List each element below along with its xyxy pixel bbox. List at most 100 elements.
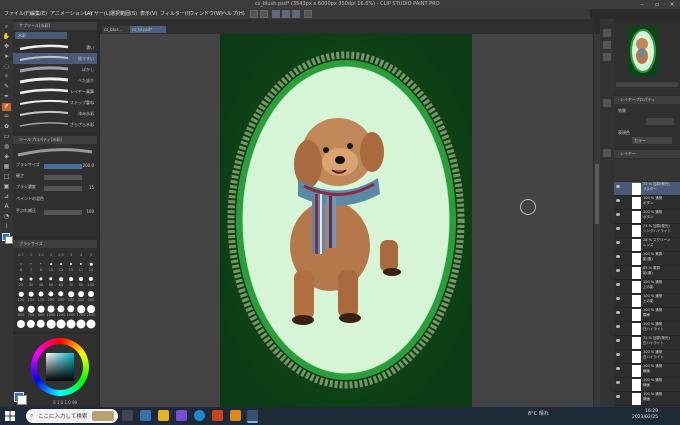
hardness-row[interactable]: 硬さ (16, 173, 94, 182)
move-icon[interactable]: ✥ (2, 43, 11, 51)
subtool-group-tab[interactable]: 水彩 (15, 32, 67, 39)
decoration-icon[interactable]: ✿ (2, 123, 11, 131)
brush-item[interactable]: ざらざら水彩 (13, 119, 97, 130)
clip-studio-taskbar-icon[interactable] (247, 410, 258, 423)
tab-document-2[interactable]: cs_bl.psd* (130, 26, 166, 33)
visibility-eye-icon[interactable] (616, 297, 620, 300)
visibility-eye-icon[interactable] (616, 283, 620, 286)
airbrush-icon[interactable]: ♒ (2, 113, 11, 121)
brush-item[interactable]: 濃い (13, 42, 97, 53)
visibility-eye-icon[interactable] (616, 339, 620, 342)
eyedropper-icon[interactable]: ✎ (2, 83, 11, 91)
layer-row[interactable]: 74 % 加算(発光) シングハイライト (614, 224, 680, 238)
zoom-slider[interactable] (616, 82, 678, 87)
visibility-eye-icon[interactable] (616, 381, 620, 384)
visibility-eye-icon[interactable] (616, 353, 620, 356)
saturation-value-square[interactable] (46, 353, 74, 381)
layer-property-icon[interactable] (603, 99, 611, 107)
layer-row[interactable]: 100 % 通常 ボタン (614, 196, 680, 210)
visibility-eye-icon[interactable] (616, 311, 620, 314)
layer-blend-controls[interactable] (614, 159, 680, 181)
windows-start-icon[interactable] (5, 411, 15, 421)
menu-filter[interactable]: フィルター(I) (160, 10, 190, 17)
menu-layer[interactable]: レイヤー(L) (84, 10, 111, 17)
layer-row[interactable]: 85 % 乗算 影(服) (614, 266, 680, 280)
auto-select-icon[interactable]: ✧ (2, 73, 11, 81)
brush-item-selected[interactable]: 極うすい (13, 53, 97, 64)
opacity-slider[interactable] (44, 186, 82, 191)
menu-edit[interactable]: 編集(E) (30, 10, 47, 17)
hand-icon[interactable]: ✋ (2, 33, 11, 41)
pen-icon[interactable]: ✒ (2, 93, 11, 101)
transform-icon[interactable] (282, 10, 290, 18)
visibility-eye-icon[interactable] (616, 227, 620, 230)
fill-icon[interactable] (304, 10, 312, 18)
correction-slider[interactable] (44, 210, 82, 215)
figure-icon[interactable]: □ (2, 173, 11, 181)
taskbar-clock[interactable]: 16:29 2023/02/25 (632, 409, 658, 421)
layer-row[interactable]: 100 % 通常 白ハイライト (614, 350, 680, 364)
layer-panel-icon[interactable] (603, 149, 611, 157)
layer-row[interactable]: 100 % 通常 線画 (614, 364, 680, 378)
blend-icon[interactable]: ◍ (2, 143, 11, 151)
zoom-icon[interactable]: ⌕ (2, 23, 11, 31)
brush-item[interactable]: 滲み水彩 (13, 108, 97, 119)
layer-row[interactable]: 100 % 通常 模様 (614, 308, 680, 322)
eraser-icon[interactable]: ▭ (2, 133, 11, 141)
menu-file[interactable]: ファイル(F) (4, 10, 31, 17)
expression-color-select[interactable]: カラー (632, 137, 672, 144)
visibility-eye-icon[interactable] (616, 185, 620, 188)
correct-line-icon[interactable]: ⌇ (2, 223, 11, 231)
layer-row[interactable]: 100 % 通常 上の影 (614, 294, 680, 308)
menu-help[interactable]: ヘルプ(H) (222, 10, 245, 17)
layer-row[interactable]: 100 % 通常 線画 (614, 378, 680, 392)
layer-row[interactable]: 28 % スクリーン レンズ (614, 238, 680, 252)
maximize-icon[interactable]: ▫ (650, 0, 664, 9)
correction-row[interactable]: 手ぶれ補正 100 (16, 208, 94, 217)
effect-buttons[interactable] (646, 118, 674, 125)
blend-row[interactable]: ペイントの混色 (16, 196, 94, 205)
brush-item[interactable]: べた塗り (13, 75, 97, 86)
visibility-eye-icon[interactable] (616, 213, 620, 216)
undo-icon[interactable] (250, 10, 258, 18)
layer-row[interactable]: 100 % 通常 白ハイライト (614, 322, 680, 336)
app-icon[interactable] (212, 410, 223, 421)
layer-row[interactable]: 100 % 通常 ボタン (614, 210, 680, 224)
brush-item[interactable]: ステップ重ね (13, 97, 97, 108)
layer-row[interactable]: 100 % 通常 上の影 (614, 280, 680, 294)
layer-row[interactable]: 100 % 乗算 影(紫) (614, 252, 680, 266)
visibility-eye-icon[interactable] (616, 199, 620, 202)
edge-browser-icon[interactable] (194, 410, 205, 421)
layer-row[interactable]: 74 % 加算(発光) 白ハイライト (614, 336, 680, 350)
brush-size-preset[interactable]: 2000 (85, 313, 97, 330)
weather-status[interactable]: 8°C 晴れ (528, 410, 549, 417)
brush-item[interactable]: レイヤー乗算 (13, 86, 97, 97)
hardness-slider[interactable] (44, 175, 82, 180)
fill-bucket-icon[interactable]: ◈ (2, 153, 11, 161)
menu-selection[interactable]: 選択範囲(S) (110, 10, 137, 17)
brush-icon[interactable]: ✐ (2, 103, 11, 111)
navigator-icon[interactable] (603, 29, 611, 37)
select-icon[interactable] (272, 10, 280, 18)
menu-view[interactable]: 表示(V) (140, 10, 157, 17)
sub-color-preview[interactable] (17, 395, 27, 405)
visibility-eye-icon[interactable] (616, 325, 620, 328)
text-icon[interactable]: A (2, 203, 11, 211)
visibility-eye-icon[interactable] (616, 255, 620, 258)
redo-icon[interactable] (260, 10, 268, 18)
file-explorer-icon[interactable] (158, 410, 169, 421)
selection-icon[interactable]: ◌ (2, 63, 11, 71)
app-icon[interactable] (176, 410, 187, 421)
layer-row[interactable]: 70 % 加算(発光) ラスター (614, 182, 680, 196)
operation-icon[interactable]: ➤ (2, 53, 11, 61)
app-icon[interactable] (230, 410, 241, 421)
brush-item[interactable]: ぼかし (13, 64, 97, 75)
navigator-preview[interactable] (628, 26, 658, 76)
ruler-icon[interactable]: ⊿ (2, 193, 11, 201)
lasso-icon[interactable] (292, 10, 300, 18)
minimize-icon[interactable]: – (635, 0, 649, 9)
brush-size-row[interactable]: ブラシサイズ 200.0 (16, 162, 94, 171)
visibility-eye-icon[interactable] (616, 367, 620, 370)
frame-icon[interactable]: ▣ (2, 183, 11, 191)
visibility-eye-icon[interactable] (616, 241, 620, 244)
